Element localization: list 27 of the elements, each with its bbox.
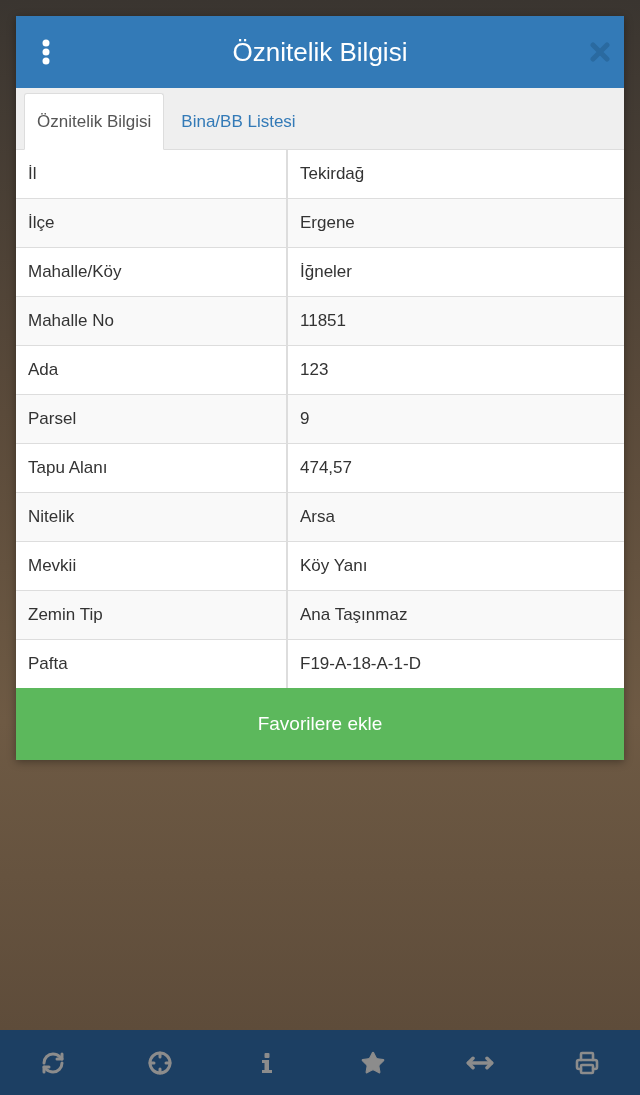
menu-icon bbox=[42, 39, 50, 65]
attribute-value-cell-text: Ergene bbox=[299, 212, 356, 234]
info-button[interactable] bbox=[261, 1052, 272, 1073]
refresh-icon bbox=[41, 1050, 66, 1075]
attribute-value-cell-text: İğneler bbox=[299, 261, 353, 283]
star-icon bbox=[360, 1049, 387, 1076]
favorites-button[interactable] bbox=[360, 1049, 387, 1076]
printer-icon bbox=[574, 1050, 599, 1075]
dialog-title: Öznitelik Bilgisi bbox=[232, 36, 408, 68]
attribute-value-cell-text: 474,57 bbox=[299, 457, 353, 479]
attribute-value-cell-text: Arsa bbox=[299, 506, 336, 528]
info-icon bbox=[261, 1052, 272, 1073]
add-favorites-button[interactable]: Favorilere ekle bbox=[16, 688, 624, 760]
refresh-button[interactable] bbox=[41, 1050, 66, 1075]
attribute-value-cell-text: Ana Taşınmaz bbox=[299, 604, 409, 626]
tab[interactable]: Öznitelik Bilgisi bbox=[24, 93, 165, 150]
menu-button[interactable] bbox=[42, 39, 50, 65]
attribute-value-cell-text: F19-A-18-A-1-D bbox=[299, 653, 422, 675]
tab[interactable]: Bina/BB Listesi bbox=[168, 93, 309, 150]
attribute-value-cell-text: Köy Yanı bbox=[299, 555, 369, 577]
attribute-value-cell-text: 123 bbox=[299, 359, 330, 381]
locate-button[interactable] bbox=[148, 1050, 172, 1075]
attribute-value-cell-text: Tekirdağ bbox=[299, 163, 366, 185]
attribute-value-cell-text: 9 bbox=[299, 408, 311, 430]
print-button[interactable] bbox=[574, 1050, 599, 1075]
crosshair-icon bbox=[148, 1050, 172, 1075]
attribute-value-cell-text: 11851 bbox=[299, 310, 347, 332]
